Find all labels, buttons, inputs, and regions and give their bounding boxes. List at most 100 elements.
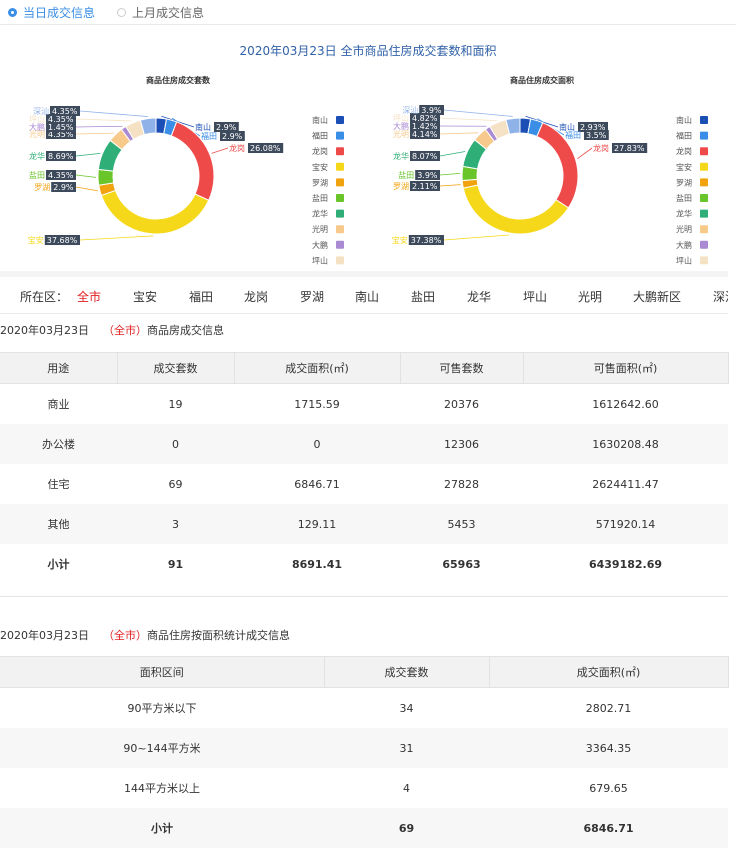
legend-swatch[interactable] [700, 256, 708, 265]
district-option[interactable]: 宝安 [133, 288, 157, 305]
legend-swatch[interactable] [700, 131, 708, 140]
district-option[interactable]: 盐田 [411, 288, 435, 305]
legend-swatch[interactable] [336, 240, 344, 249]
leader-line [443, 109, 513, 117]
legend-swatch[interactable] [336, 194, 344, 202]
slice-name-label: 深汕 [402, 105, 418, 115]
donut-slice[interactable] [97, 168, 115, 186]
legend-label: 大鹏 [312, 240, 328, 250]
table2-cell: 69 [324, 808, 489, 848]
table2-district: （全市） [103, 629, 147, 642]
leader-line [75, 152, 101, 157]
legend-label: 盐田 [312, 193, 328, 203]
table2-row: 144平方米以上 4 679.65 [0, 768, 728, 808]
table1-cell: 0 [117, 424, 234, 464]
slice-name-label: 盐田 [29, 170, 45, 180]
table1-cell: 2624411.47 [592, 477, 659, 491]
slice-pct-label: 37.38% [411, 236, 442, 245]
table1-cell: 12306 [400, 424, 523, 464]
leader-line [75, 174, 97, 178]
legend-label: 光明 [312, 224, 328, 234]
radio-checked-icon [8, 8, 17, 17]
legend-label: 福田 [312, 132, 328, 141]
slice-pct-label: 4.35% [52, 107, 78, 116]
leader-line [79, 110, 148, 117]
district-option[interactable]: 坪山 [523, 288, 547, 305]
donut-slice[interactable] [462, 184, 570, 235]
legend-swatch[interactable] [336, 162, 344, 171]
table2-row: 90~144平方米 31 3364.35 [0, 728, 728, 768]
table1-row: 办公楼 0 0 12306 1630208.48 [0, 424, 728, 464]
legend-swatch[interactable] [700, 240, 708, 249]
legend-swatch[interactable] [336, 209, 344, 218]
table1-row: 其他 3 129.11 5453 571920.14 [0, 504, 728, 544]
leader-line [75, 125, 123, 128]
table1-cell: 6846.71 [294, 477, 340, 491]
district-option[interactable]: 大鹏新区 [633, 288, 681, 305]
legend-label: 盐田 [676, 193, 692, 203]
slice-name-label: 南山 [195, 122, 211, 132]
table2-cell: 2802.71 [585, 701, 632, 715]
legend-label: 福田 [676, 132, 692, 141]
legend-swatch[interactable] [700, 225, 708, 234]
leader-line [443, 234, 509, 241]
legend-label: 南山 [312, 115, 328, 125]
donut-chart-title: 商品住房成交套数 [146, 75, 211, 85]
legend-swatch[interactable] [700, 116, 708, 124]
legend-swatch[interactable] [700, 147, 708, 156]
table1-total-row: 小计 91 8691.41 65963 6439182.69 [0, 544, 728, 584]
tab-today[interactable]: 当日成交信息 [8, 4, 95, 21]
legend-swatch[interactable] [700, 194, 708, 202]
table1-caption: 2020年03月23日 （全市）商品房成交信息 [0, 322, 224, 338]
tab-bar: 当日成交信息 上月成交信息 [0, 0, 736, 25]
legend-label: 罗湖 [312, 178, 328, 187]
table1-cell: 0 [234, 424, 400, 464]
legend-swatch[interactable] [336, 178, 344, 187]
table1-header-cell: 成交面积(㎡) [234, 352, 401, 384]
slice-name-label: 福田 [565, 131, 581, 140]
table2-cell: 31 [324, 728, 489, 768]
slice-pct-label: 26.08% [250, 144, 281, 153]
legend-swatch[interactable] [700, 178, 708, 187]
table1-header-cell: 成交套数 [117, 352, 235, 384]
legend-swatch[interactable] [336, 225, 344, 234]
district-option[interactable]: 福田 [189, 288, 213, 305]
district-option[interactable]: 全市 [77, 288, 101, 305]
table2-cell: 90~144平方米 [0, 728, 324, 768]
table1-cell: 69 [168, 477, 183, 491]
slice-pct-label: 2.11% [412, 182, 438, 191]
tab-last-month[interactable]: 上月成交信息 [117, 4, 204, 21]
table2-cell: 144平方米以上 [124, 782, 200, 795]
district-option[interactable]: 光明 [578, 288, 602, 305]
table1-cell: 1715.59 [294, 397, 340, 411]
leader-line [439, 132, 479, 135]
donut-slice[interactable] [100, 189, 210, 235]
district-option[interactable]: 龙岗 [244, 288, 268, 305]
radio-unchecked-icon [117, 8, 126, 17]
legend-swatch[interactable] [700, 162, 708, 171]
table2-title: 商品住房按面积统计成交信息 [147, 629, 290, 642]
district-option[interactable]: 罗湖 [300, 288, 324, 305]
table1-cell: 65963 [442, 557, 481, 571]
legend-swatch[interactable] [336, 131, 344, 140]
table1-cell: 其他 [0, 504, 117, 544]
legend-swatch[interactable] [336, 116, 344, 124]
district-option[interactable]: 龙华 [467, 288, 491, 305]
district-option[interactable]: 南山 [355, 288, 379, 305]
table1-header-cell: 可售套数 [400, 352, 524, 384]
table1-date: 2020年03月23日 [0, 324, 89, 337]
table2-header-cell: 成交面积(㎡) [489, 656, 729, 688]
slice-pct-label: 1.45% [48, 123, 74, 132]
slice-name-label: 龙华 [29, 151, 45, 161]
table1-cell: 住宅 [47, 478, 70, 491]
table2-caption: 2020年03月23日 （全市）商品住房按面积统计成交信息 [0, 627, 290, 643]
legend-swatch[interactable] [336, 147, 344, 156]
table1-cell: 1612642.60 [592, 397, 659, 411]
table2-cell: 34 [399, 701, 414, 715]
table1-cell: 小计 [47, 558, 70, 571]
legend-label: 罗湖 [676, 178, 692, 187]
table1-cell: 27828 [444, 477, 479, 491]
legend-swatch[interactable] [336, 256, 344, 265]
district-option[interactable]: 深汕 [713, 288, 728, 305]
legend-swatch[interactable] [700, 209, 708, 218]
